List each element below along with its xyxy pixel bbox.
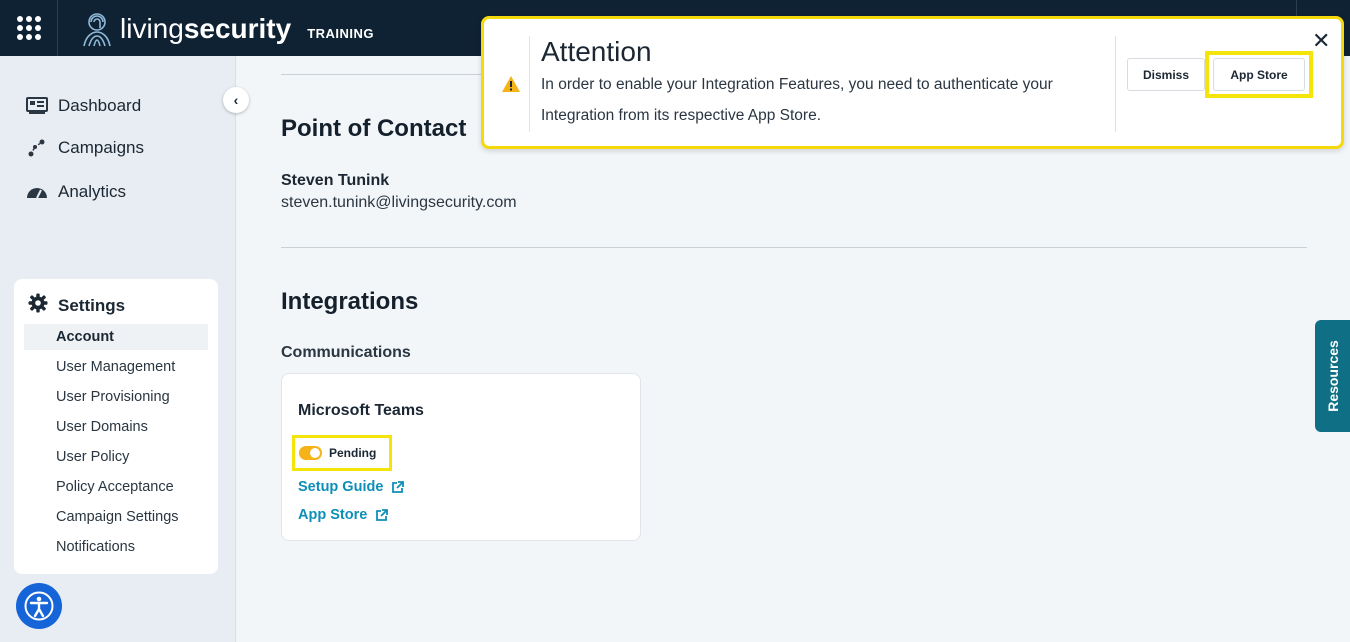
status-text: Pending — [329, 446, 377, 460]
grid-icon — [16, 16, 41, 40]
sidebar-subitem-user-management[interactable]: User Management — [24, 354, 208, 380]
chevron-left-icon: ‹ — [233, 92, 239, 108]
dismiss-button[interactable]: Dismiss — [1127, 58, 1205, 91]
sidebar-subitem-notifications[interactable]: Notifications — [24, 534, 208, 560]
app-store-button[interactable]: App Store — [1213, 58, 1305, 91]
integration-card-microsoft-teams: Microsoft Teams Pending Setup Guide App … — [281, 373, 641, 541]
settings-group: Settings Account User Management User Pr… — [14, 279, 218, 574]
attention-title: Attention — [541, 36, 652, 67]
dashboard-icon — [26, 96, 48, 116]
integrations-heading: Integrations — [281, 288, 419, 315]
app-store-link[interactable]: App Store — [298, 507, 389, 523]
divider — [1115, 36, 1116, 132]
campaigns-icon — [26, 138, 48, 158]
sidebar: Dashboard Campaigns Analytics Settings A… — [0, 56, 236, 642]
integration-title: Microsoft Teams — [298, 402, 424, 419]
resources-label: Resources — [1324, 340, 1341, 412]
external-link-icon — [392, 480, 405, 493]
warning-icon — [501, 75, 521, 98]
sidebar-subitem-user-policy[interactable]: User Policy — [24, 444, 208, 470]
sidebar-subitem-account[interactable]: Account — [24, 324, 208, 350]
divider — [529, 36, 530, 132]
communications-label: Communications — [281, 344, 411, 361]
app-store-label: App Store — [298, 507, 368, 523]
contact-name: Steven Tunink — [281, 172, 390, 189]
sidebar-subitem-user-provisioning[interactable]: User Provisioning — [24, 384, 208, 410]
external-link-icon — [376, 508, 389, 521]
status-toggle[interactable] — [299, 446, 322, 460]
sidebar-subitem-campaign-settings[interactable]: Campaign Settings — [24, 504, 208, 530]
brand-name: livingsecurity — [120, 13, 292, 44]
sidebar-item-campaigns[interactable]: Campaigns — [26, 138, 144, 158]
sidebar-item-label: Analytics — [58, 182, 127, 201]
close-icon[interactable]: ✕ — [1312, 30, 1330, 52]
setup-guide-link[interactable]: Setup Guide — [298, 479, 405, 495]
training-badge: TRAINING — [307, 25, 375, 41]
status-badge[interactable]: Pending — [292, 435, 392, 471]
point-of-contact-heading: Point of Contact — [281, 115, 467, 142]
sidebar-item-label: Campaigns — [58, 138, 144, 157]
attention-banner: Attention In order to enable your Integr… — [481, 16, 1344, 149]
gauge-icon — [26, 182, 48, 202]
app-launcher-button[interactable] — [0, 0, 58, 56]
accessibility-icon — [24, 591, 54, 621]
gear-icon — [28, 293, 48, 318]
settings-label: Settings — [58, 295, 126, 315]
app-store-button-highlight: App Store — [1205, 51, 1313, 98]
fingerprint-logo-icon — [83, 13, 111, 47]
sidebar-collapse-button[interactable]: ‹ — [223, 87, 249, 113]
attention-message: In order to enable your Integration Feat… — [541, 76, 1053, 124]
resources-tab[interactable]: Resources — [1315, 320, 1350, 432]
contact-email: steven.tunink@livingsecurity.com — [281, 194, 517, 211]
sidebar-subitem-policy-acceptance[interactable]: Policy Acceptance — [24, 474, 208, 500]
sidebar-item-label: Dashboard — [58, 96, 142, 115]
sidebar-item-dashboard[interactable]: Dashboard — [26, 96, 141, 116]
divider — [281, 247, 1307, 248]
accessibility-button[interactable] — [16, 583, 62, 629]
sidebar-item-settings[interactable]: Settings — [28, 293, 125, 318]
logo[interactable]: livingsecurity TRAINING — [80, 9, 374, 49]
setup-guide-label: Setup Guide — [298, 479, 384, 495]
sidebar-subitem-user-domains[interactable]: User Domains — [24, 414, 208, 440]
sidebar-item-analytics[interactable]: Analytics — [26, 182, 126, 202]
